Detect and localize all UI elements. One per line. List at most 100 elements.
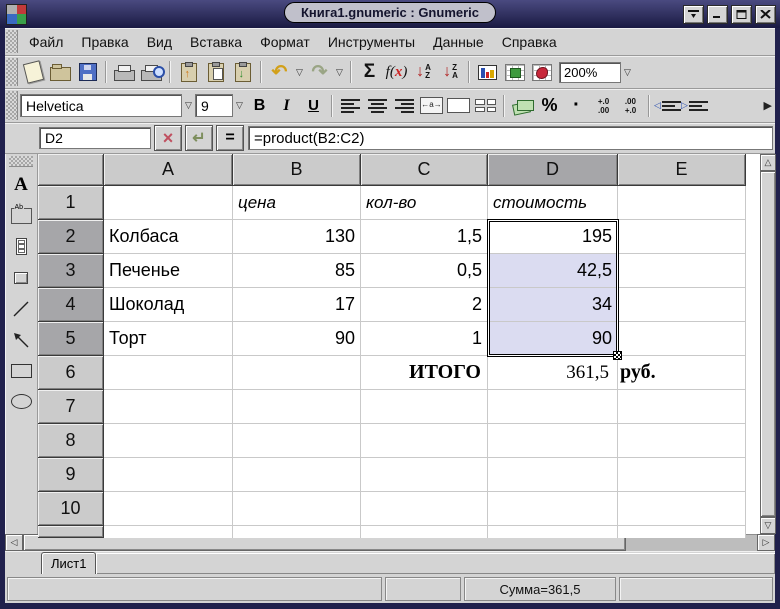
decrease-indent-button[interactable]: ◁ — [654, 93, 681, 119]
cell-C8[interactable] — [361, 424, 488, 458]
cell-C3[interactable]: 0,5 — [361, 254, 488, 288]
menubar-drag-handle[interactable] — [6, 30, 18, 53]
cell-A10[interactable] — [104, 492, 233, 526]
column-header-C[interactable]: C — [361, 154, 488, 186]
cell-A5[interactable]: Торт — [104, 322, 233, 356]
decrease-decimals-button[interactable]: .00+.0 — [617, 93, 644, 119]
cell-E10[interactable] — [618, 492, 746, 526]
scroll-down-arrow[interactable]: ▽ — [760, 517, 776, 534]
cell-C10[interactable] — [361, 492, 488, 526]
cell-E2[interactable] — [618, 220, 746, 254]
cell-A7[interactable] — [104, 390, 233, 424]
cell-A4[interactable]: Шоколад — [104, 288, 233, 322]
row-header-7[interactable]: 7 — [38, 390, 104, 424]
insert-image-button[interactable] — [528, 59, 555, 85]
create-frame-button[interactable]: Ab — [7, 202, 35, 229]
cell-D9[interactable] — [488, 458, 618, 492]
enter-button[interactable]: ↵ — [185, 125, 213, 151]
vertical-scrollbar-thumb[interactable] — [760, 171, 776, 517]
row-header-5[interactable]: 5 — [38, 322, 104, 356]
cell-reference-box[interactable]: D2 — [39, 127, 151, 149]
row-header-6[interactable]: 6 — [38, 356, 104, 390]
column-header-B[interactable]: B — [233, 154, 361, 186]
cell-D6[interactable]: 361,5 — [488, 356, 618, 390]
cell-C2[interactable]: 1,5 — [361, 220, 488, 254]
zoom-dropdown[interactable]: ▽ — [621, 59, 634, 85]
menu-view[interactable]: Вид — [138, 32, 181, 52]
cell-D2[interactable]: 195 — [488, 220, 618, 254]
close-button[interactable] — [755, 5, 776, 24]
open-button[interactable] — [47, 59, 74, 85]
scroll-left-arrow[interactable]: ◁ — [5, 534, 23, 551]
cell-C6[interactable]: ИТОГО — [361, 356, 488, 390]
italic-button[interactable]: I — [273, 93, 300, 119]
menu-edit[interactable]: Правка — [72, 32, 137, 52]
bold-button[interactable]: B — [246, 93, 273, 119]
paste-button[interactable]: ↓ — [229, 59, 256, 85]
cell-C5[interactable]: 1 — [361, 322, 488, 356]
menu-file[interactable]: Файл — [20, 32, 72, 52]
cell-D7[interactable] — [488, 390, 618, 424]
align-right-button[interactable] — [391, 93, 418, 119]
cell-A8[interactable] — [104, 424, 233, 458]
cell-E8[interactable] — [618, 424, 746, 458]
insert-object-button[interactable] — [501, 59, 528, 85]
cell-E7[interactable] — [618, 390, 746, 424]
cell-C1[interactable]: кол-во — [361, 186, 488, 220]
cell-B10[interactable] — [233, 492, 361, 526]
merge-cells-button[interactable] — [445, 93, 472, 119]
create-button-button[interactable] — [7, 264, 35, 291]
cell-B2[interactable]: 130 — [233, 220, 361, 254]
copy-button[interactable] — [202, 59, 229, 85]
cell-A6[interactable] — [104, 356, 233, 390]
create-checkbox-button[interactable] — [7, 233, 35, 260]
column-header-E[interactable]: E — [618, 154, 746, 186]
cell-D8[interactable] — [488, 424, 618, 458]
format-toolbar-drag-handle[interactable] — [6, 91, 18, 120]
print-preview-button[interactable] — [138, 59, 165, 85]
titlebar[interactable]: Книга1.gnumeric : Gnumeric — [0, 0, 780, 28]
align-center-button[interactable] — [364, 93, 391, 119]
status-sum-indicator[interactable]: Сумма=361,5 — [464, 577, 616, 601]
sort-ascending-button[interactable]: ↓AZ — [410, 59, 437, 85]
cell-B9[interactable] — [233, 458, 361, 492]
cell-A2[interactable]: Колбаса — [104, 220, 233, 254]
cell-E1[interactable] — [618, 186, 746, 220]
cell-E3[interactable] — [618, 254, 746, 288]
format-percent-button[interactable]: % — [536, 93, 563, 119]
cell-E5[interactable] — [618, 322, 746, 356]
vertical-scrollbar[interactable]: △ ▽ — [760, 154, 776, 534]
sheet-tab-list1[interactable]: Лист1 — [41, 552, 96, 574]
menu-data[interactable]: Данные — [424, 32, 493, 52]
maximize-button[interactable] — [731, 5, 752, 24]
row-header-9[interactable]: 9 — [38, 458, 104, 492]
cell-E9[interactable] — [618, 458, 746, 492]
cell-D5[interactable]: 90 — [488, 322, 618, 356]
create-label-button[interactable]: A — [7, 171, 35, 198]
draw-rectangle-button[interactable] — [7, 357, 35, 384]
format-money-button[interactable] — [509, 93, 536, 119]
column-header-A[interactable]: A — [104, 154, 233, 186]
undo-dropdown[interactable]: ▽ — [293, 59, 306, 85]
menu-format[interactable]: Формат — [251, 32, 319, 52]
cell-B5[interactable]: 90 — [233, 322, 361, 356]
scroll-up-arrow[interactable]: △ — [760, 154, 776, 171]
cell-D4[interactable]: 34 — [488, 288, 618, 322]
cell-D1[interactable]: стоимость — [488, 186, 618, 220]
object-toolbar-drag-handle[interactable] — [9, 156, 33, 167]
redo-button[interactable]: ↷ — [306, 59, 333, 85]
app-icon[interactable] — [6, 4, 27, 25]
cell-D10[interactable] — [488, 492, 618, 526]
row-header-4[interactable]: 4 — [38, 288, 104, 322]
font-size-input[interactable]: 9 — [195, 94, 233, 117]
scroll-right-arrow[interactable]: ▷ — [757, 534, 775, 551]
print-button[interactable] — [111, 59, 138, 85]
align-left-button[interactable] — [337, 93, 364, 119]
standard-toolbar-drag-handle[interactable] — [6, 58, 18, 86]
cell-B6[interactable] — [233, 356, 361, 390]
equals-button[interactable]: = — [216, 125, 244, 151]
select-all-corner[interactable] — [38, 154, 104, 186]
draw-ellipse-button[interactable] — [7, 388, 35, 415]
cell-E6[interactable]: руб. — [618, 356, 746, 390]
cancel-button[interactable]: × — [154, 125, 182, 151]
